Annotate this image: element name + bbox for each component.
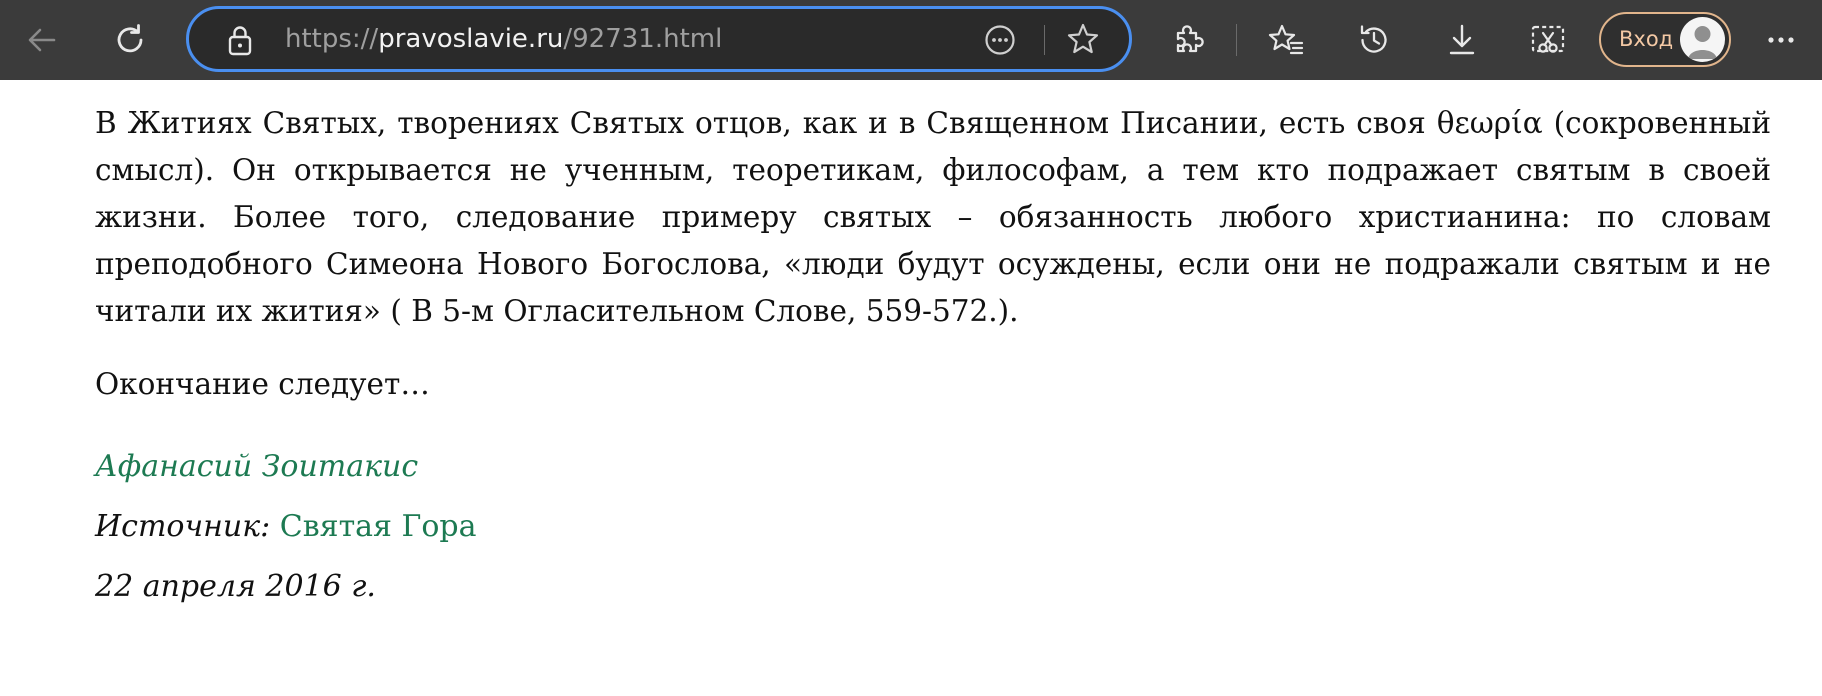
screenshot-scissors-icon bbox=[1529, 22, 1567, 58]
url-host: pravoslavie.ru bbox=[378, 24, 564, 54]
toolbar-divider bbox=[1236, 24, 1237, 56]
downloads-button[interactable] bbox=[1440, 18, 1484, 62]
address-bar[interactable]: https://pravoslavie.ru/92731.html bbox=[186, 6, 1132, 72]
article-paragraph: В Житиях Святых, творениях Святых отцов,… bbox=[95, 106, 1771, 328]
favorites-list-icon bbox=[1267, 22, 1305, 58]
address-url[interactable]: https://pravoslavie.ru/92731.html bbox=[285, 9, 722, 69]
url-scheme: https:// bbox=[285, 24, 379, 54]
page-content: В Житиях Святых, творениях Святых отцов,… bbox=[0, 80, 1822, 696]
back-button[interactable] bbox=[20, 18, 64, 62]
author-line: Афанасий Зоитакис bbox=[95, 443, 1771, 491]
address-divider bbox=[1044, 25, 1045, 55]
source-link[interactable]: Святая Гора bbox=[280, 509, 477, 544]
menu-button[interactable] bbox=[1759, 18, 1803, 62]
extensions-button[interactable] bbox=[1166, 18, 1210, 62]
continuation-note: Окончание следует… bbox=[95, 367, 430, 401]
download-icon bbox=[1444, 22, 1480, 58]
author-link[interactable]: Афанасий Зоитакис bbox=[95, 449, 418, 484]
screenshot-button[interactable] bbox=[1526, 18, 1570, 62]
url-path: /92731.html bbox=[563, 24, 723, 54]
signin-button[interactable]: Вход bbox=[1599, 12, 1731, 67]
article-date: 22 апреля 2016 г. bbox=[95, 569, 376, 604]
source-label: Источник: bbox=[95, 509, 271, 544]
favorites-button[interactable] bbox=[1264, 18, 1308, 62]
source-line: Источник: Святая Гора bbox=[95, 503, 1771, 551]
avatar-icon bbox=[1680, 17, 1725, 62]
more-circle-icon[interactable] bbox=[983, 23, 1017, 61]
star-icon[interactable] bbox=[1065, 21, 1101, 61]
reload-icon bbox=[112, 22, 148, 58]
history-button[interactable] bbox=[1352, 18, 1396, 62]
reload-button[interactable] bbox=[108, 18, 152, 62]
arrow-left-icon bbox=[24, 22, 60, 58]
lock-icon[interactable] bbox=[225, 23, 255, 61]
article-body: В Житиях Святых, творениях Святых отцов,… bbox=[95, 100, 1771, 611]
ellipsis-icon bbox=[1764, 23, 1798, 57]
browser-toolbar: https://pravoslavie.ru/92731.html Вход bbox=[0, 0, 1822, 80]
signin-label: Вход bbox=[1619, 27, 1674, 51]
puzzle-icon bbox=[1170, 22, 1206, 58]
history-icon bbox=[1356, 22, 1392, 58]
